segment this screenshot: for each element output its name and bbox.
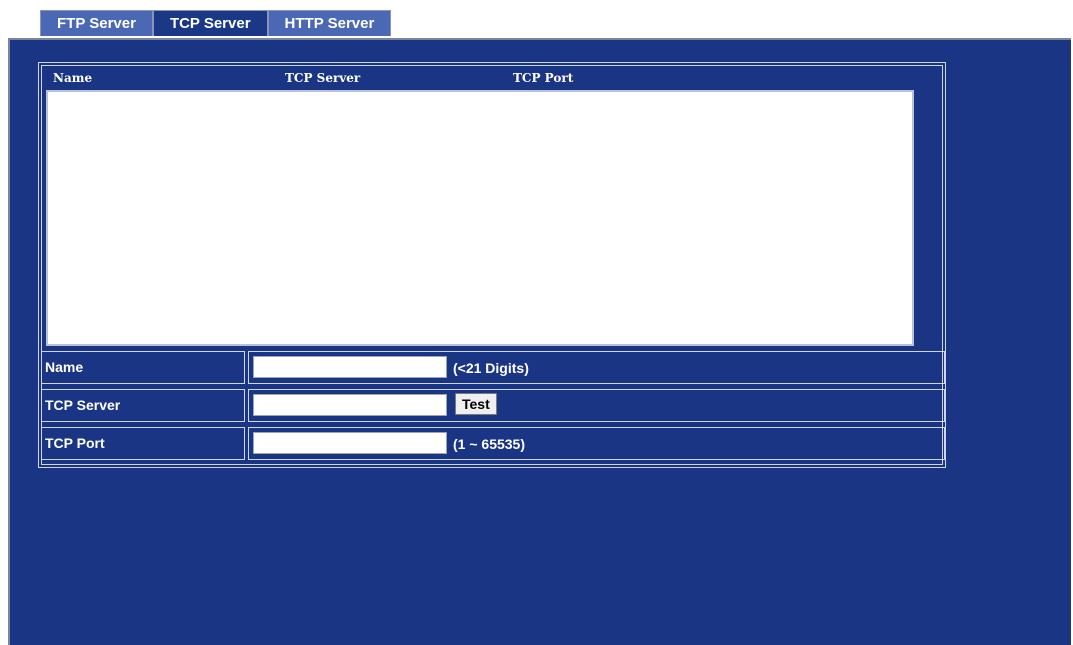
tcp-port-row: TCP Port (1 ~ 65535) xyxy=(40,426,946,461)
tcp-server-label: TCP Server xyxy=(41,389,245,422)
tab-tcp-server[interactable]: TCP Server xyxy=(152,10,268,36)
tab-ftp-server[interactable]: FTP Server xyxy=(40,10,153,36)
name-input[interactable] xyxy=(253,356,447,378)
name-cell: (<21 Digits) xyxy=(248,351,945,384)
column-header-tcp-port: TCP Port xyxy=(513,71,574,85)
content-panel: Name TCP Server TCP Port Name (<21 Digit… xyxy=(8,38,1071,645)
tcp-port-cell: (1 ~ 65535) xyxy=(248,427,945,460)
name-hint: (<21 Digits) xyxy=(453,360,529,376)
name-label: Name xyxy=(41,351,245,384)
tcp-port-input[interactable] xyxy=(253,432,447,454)
tcp-server-row: TCP Server Test xyxy=(40,388,946,423)
tcp-port-hint: (1 ~ 65535) xyxy=(453,436,525,452)
column-header-name: Name xyxy=(53,71,93,85)
tcp-port-label: TCP Port xyxy=(41,427,245,460)
tcp-server-input[interactable] xyxy=(253,394,447,416)
name-row: Name (<21 Digits) xyxy=(40,350,946,385)
tcp-server-cell: Test xyxy=(248,389,945,422)
server-listbox[interactable] xyxy=(46,90,914,346)
tab-http-server[interactable]: HTTP Server xyxy=(267,10,392,36)
server-list-header: Name TCP Server TCP Port xyxy=(53,71,913,87)
test-button[interactable]: Test xyxy=(455,393,497,415)
column-header-tcp-server: TCP Server xyxy=(285,71,361,85)
tab-bar: FTP Server TCP Server HTTP Server xyxy=(40,10,392,38)
